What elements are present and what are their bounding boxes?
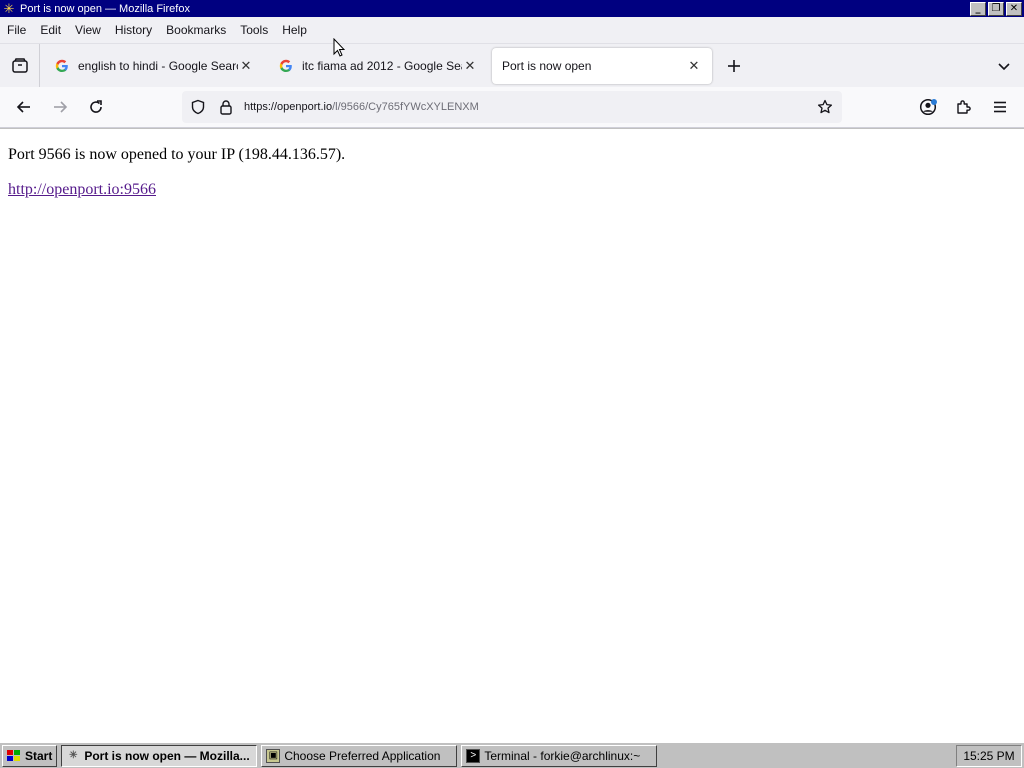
google-g-icon xyxy=(278,58,294,74)
tab-close-icon[interactable]: ✕ xyxy=(238,58,254,74)
forward-button[interactable] xyxy=(42,91,78,123)
mouse-cursor-icon xyxy=(333,38,345,57)
port-open-message: Port 9566 is now opened to your IP (198.… xyxy=(8,146,346,163)
start-logo-icon xyxy=(7,749,20,761)
tab-title: Port is now open xyxy=(502,58,592,73)
hamburger-menu-icon xyxy=(994,101,1006,113)
tab-port-is-now-open[interactable]: Port is now open ✕ xyxy=(492,47,712,84)
lock-icon[interactable] xyxy=(212,91,240,123)
menu-tools[interactable]: Tools xyxy=(233,23,275,37)
firefox-view-icon xyxy=(11,57,28,73)
puzzle-icon xyxy=(957,100,971,114)
window-title: Port is now open — Mozilla Firefox xyxy=(20,2,190,15)
star-icon xyxy=(817,99,833,114)
tab-english-to-hindi[interactable]: english to hindi - Google Search ✕ xyxy=(44,48,264,84)
tab-itc-fiama[interactable]: itc fiama ad 2012 - Google Search ✕ xyxy=(268,48,488,84)
account-button[interactable] xyxy=(910,91,946,123)
google-g-icon xyxy=(54,58,70,74)
menu-view[interactable]: View xyxy=(68,23,108,37)
menu-help[interactable]: Help xyxy=(275,23,314,37)
chevron-down-icon xyxy=(998,63,1010,71)
arrow-left-icon xyxy=(16,101,30,113)
tab-close-icon[interactable]: ✕ xyxy=(686,58,702,74)
taskbar-item-firefox[interactable]: ✳ Port is now open — Mozilla... xyxy=(61,744,258,767)
url-host: https://openport.io xyxy=(244,101,333,113)
navigation-toolbar: https://openport.io/l/9566/Cy765fYWcXYLE… xyxy=(0,87,1024,128)
back-button[interactable] xyxy=(6,91,42,123)
firefox-icon: ✳ xyxy=(69,750,78,761)
tab-title: english to hindi - Google Search xyxy=(78,58,238,73)
start-button[interactable]: Start xyxy=(2,744,58,767)
url-path: /l/9566/Cy765fYWcXYLENXM xyxy=(332,101,479,113)
url-text[interactable]: https://openport.io/l/9566/Cy765fYWcXYLE… xyxy=(244,101,810,113)
app-menu-button[interactable] xyxy=(982,91,1018,123)
shield-icon[interactable] xyxy=(184,91,212,123)
tab-strip: english to hindi - Google Search ✕ itc f… xyxy=(0,44,1024,87)
menu-edit[interactable]: Edit xyxy=(33,23,68,37)
start-label: Start xyxy=(25,748,53,763)
terminal-icon: > xyxy=(466,748,481,763)
new-tab-button[interactable] xyxy=(714,48,754,84)
extensions-button[interactable] xyxy=(946,91,982,123)
taskbar-item-label: Port is now open — Mozilla... xyxy=(84,748,250,763)
window-titlebar: ✳ Port is now open — Mozilla Firefox _ ❐… xyxy=(0,0,1024,17)
bookmark-star-button[interactable] xyxy=(810,92,840,122)
taskbar-clock: 15:25 PM xyxy=(956,745,1022,767)
list-all-tabs-button[interactable] xyxy=(994,56,1014,76)
close-window-button[interactable]: ✕ xyxy=(1006,1,1022,16)
tab-close-icon[interactable]: ✕ xyxy=(462,58,478,74)
taskbar-item-choose-app[interactable]: ▣ Choose Preferred Application xyxy=(261,744,458,767)
notification-dot xyxy=(931,99,937,105)
window-app-icon: ▣ xyxy=(266,748,281,763)
taskbar-item-terminal[interactable]: > Terminal - forkie@archlinux:~ xyxy=(461,744,658,767)
taskbar-item-label: Choose Preferred Application xyxy=(284,748,441,763)
menu-history[interactable]: History xyxy=(108,23,159,37)
menu-bar: File Edit View History Bookmarks Tools H… xyxy=(0,17,1024,44)
maximize-button[interactable]: ❐ xyxy=(988,1,1004,16)
url-bar[interactable]: https://openport.io/l/9566/Cy765fYWcXYLE… xyxy=(182,91,842,123)
tab-title: itc fiama ad 2012 - Google Search xyxy=(302,58,462,73)
plus-icon xyxy=(728,59,740,72)
reload-button[interactable] xyxy=(78,91,114,123)
taskbar-item-label: Terminal - forkie@archlinux:~ xyxy=(484,748,641,763)
menu-file[interactable]: File xyxy=(0,23,33,37)
menu-bookmarks[interactable]: Bookmarks xyxy=(159,23,233,37)
arrow-right-icon xyxy=(54,101,68,113)
port-link[interactable]: http://openport.io:9566 xyxy=(8,181,156,199)
page-content: Port 9566 is now opened to your IP (198.… xyxy=(0,129,1024,742)
reload-icon xyxy=(90,100,102,113)
minimize-button[interactable]: _ xyxy=(970,1,986,16)
taskbar: Start ✳ Port is now open — Mozilla... ▣ … xyxy=(0,742,1024,768)
app-icon: ✳ xyxy=(3,0,15,16)
firefox-view-button[interactable] xyxy=(0,44,40,87)
